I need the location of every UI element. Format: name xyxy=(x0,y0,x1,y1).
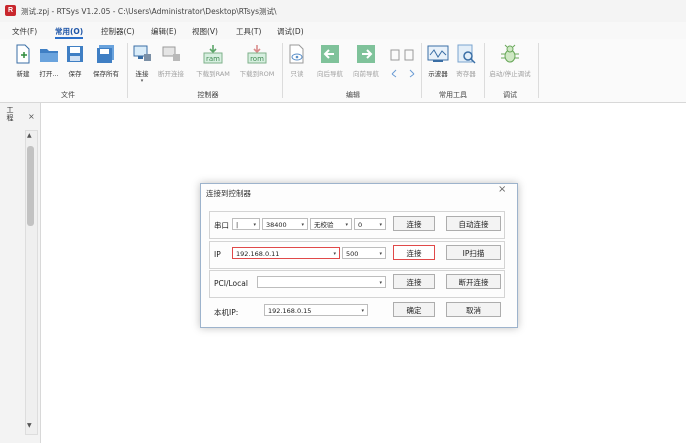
oscilloscope-icon xyxy=(427,45,449,62)
read-only-label: 只读 xyxy=(290,70,304,78)
menu-edit[interactable]: 编辑(E) xyxy=(151,26,177,37)
pci-select[interactable]: ▾ xyxy=(257,276,386,288)
timeout-select[interactable]: 500 ▾ xyxy=(342,247,386,259)
ip-scan-button[interactable]: IP扫描 xyxy=(446,245,501,260)
new-label: 新建 xyxy=(16,70,30,78)
oscilloscope-button[interactable]: 示波器 xyxy=(425,44,451,78)
menu-common[interactable]: 常用(O) xyxy=(55,26,83,37)
menu-tools[interactable]: 工具(T) xyxy=(236,26,261,37)
read-only-icon xyxy=(289,44,304,64)
local-ip-select[interactable]: 192.168.0.15 ▾ xyxy=(264,304,368,316)
open-button[interactable]: 打开... xyxy=(37,44,61,78)
controller-group-label: 控制器 xyxy=(197,91,219,99)
save-all-button[interactable]: 保存所有 xyxy=(88,44,124,78)
disconnect-button[interactable]: 断开连接 xyxy=(155,44,187,78)
local-ip-label: 本机IP: xyxy=(214,308,239,317)
ip-address-select[interactable]: 192.168.0.11 ▾ xyxy=(232,247,340,259)
download-ram-button[interactable]: ram 下载到RAM xyxy=(193,44,233,78)
download-rom-button[interactable]: rom 下载到ROM xyxy=(236,44,278,78)
read-only-button[interactable]: 只读 xyxy=(287,44,307,78)
ribbon-divider xyxy=(282,43,283,98)
oscilloscope-label: 示波器 xyxy=(428,70,448,78)
serial-connect-button[interactable]: 连接 xyxy=(393,216,435,231)
scroll-down-icon[interactable]: ▼ xyxy=(27,422,32,429)
navigate-forward-label: 向前导航 xyxy=(353,70,379,78)
project-tab[interactable]: 工程 xyxy=(5,106,15,122)
navigate-back-label: 向后导航 xyxy=(317,70,343,78)
bug-icon xyxy=(501,44,519,63)
dialog-title: 连接到控制器 xyxy=(206,189,251,198)
disconnect-dialog-button[interactable]: 断开连接 xyxy=(446,274,501,289)
app-logo-icon: R xyxy=(5,5,16,16)
window-title: 测试.zpj - RTSys V1.2.05 - C:\Users\Admini… xyxy=(21,7,277,16)
baud-rate-select[interactable]: 38400 ▾ xyxy=(262,218,308,230)
edit-group-label: 编辑 xyxy=(346,91,360,99)
connect-button[interactable]: 连接 ▾ xyxy=(131,44,153,84)
sidebar-close-icon[interactable]: × xyxy=(28,112,35,121)
ram-icon-text: ram xyxy=(206,55,220,63)
ram-download-icon: ram xyxy=(203,45,223,64)
pci-label: PCI/Local xyxy=(214,279,248,288)
debug-group-label: 调试 xyxy=(503,91,517,99)
ribbon-divider xyxy=(538,43,539,98)
ribbon-divider xyxy=(421,43,422,98)
serial-port-select[interactable]: | ▾ xyxy=(232,218,260,230)
save-all-icon xyxy=(97,45,114,63)
menu-debug[interactable]: 调试(D) xyxy=(277,26,304,37)
ok-button[interactable]: 确定 xyxy=(393,302,435,317)
connect-label: 连接 xyxy=(135,70,149,78)
file-group-label: 文件 xyxy=(61,91,75,99)
parity-select[interactable]: 无校验 ▾ xyxy=(310,218,352,230)
serial-label: 串口 xyxy=(214,221,229,230)
start-stop-debug-button[interactable]: 启动/停止调试 xyxy=(484,44,536,78)
tools-group-label: 常用工具 xyxy=(439,91,467,99)
dialog-close-icon[interactable]: × xyxy=(498,184,506,195)
save-button[interactable]: 保存 xyxy=(66,44,84,78)
download-ram-label: 下载到RAM xyxy=(196,70,230,78)
bookmark-icon[interactable] xyxy=(390,49,416,63)
connect-computer-icon xyxy=(133,45,151,61)
download-rom-label: 下载到ROM xyxy=(239,70,275,78)
ip-connect-button[interactable]: 连接 xyxy=(393,245,435,260)
menu-view[interactable]: 视图(V) xyxy=(192,26,218,37)
ribbon-divider xyxy=(127,43,128,98)
register-icon xyxy=(457,44,476,64)
arrow-left-icon xyxy=(321,45,339,63)
menu-file[interactable]: 文件(F) xyxy=(12,26,37,37)
scroll-up-icon[interactable]: ▲ xyxy=(27,132,32,139)
pci-connect-button[interactable]: 连接 xyxy=(393,274,435,289)
new-file-icon xyxy=(16,44,30,64)
disconnect-label: 断开连接 xyxy=(158,70,184,78)
disconnect-icon xyxy=(162,46,180,61)
navigate-forward-button[interactable]: 向前导航 xyxy=(350,44,382,78)
save-all-label: 保存所有 xyxy=(93,70,119,78)
rom-download-icon: rom xyxy=(247,45,267,64)
cancel-button[interactable]: 取消 xyxy=(446,302,501,317)
auto-connect-button[interactable]: 自动连接 xyxy=(446,216,501,231)
undo-redo-icon[interactable] xyxy=(390,68,416,80)
save-label: 保存 xyxy=(68,70,82,78)
menu-controller[interactable]: 控制器(C) xyxy=(101,26,135,37)
register-button[interactable]: 寄存器 xyxy=(453,44,479,78)
navigate-back-button[interactable]: 向后导航 xyxy=(314,44,346,78)
ip-label: IP xyxy=(214,250,221,259)
arrow-right-icon xyxy=(357,45,375,63)
rom-icon-text: rom xyxy=(250,55,264,63)
register-label: 寄存器 xyxy=(456,70,476,78)
start-stop-debug-label: 启动/停止调试 xyxy=(489,70,531,78)
open-label: 打开... xyxy=(39,70,59,78)
folder-open-icon xyxy=(40,49,58,62)
new-button[interactable]: 新建 xyxy=(12,44,34,78)
scroll-thumb[interactable] xyxy=(27,146,34,226)
station-select[interactable]: 0 ▾ xyxy=(354,218,386,230)
save-icon xyxy=(67,46,83,62)
